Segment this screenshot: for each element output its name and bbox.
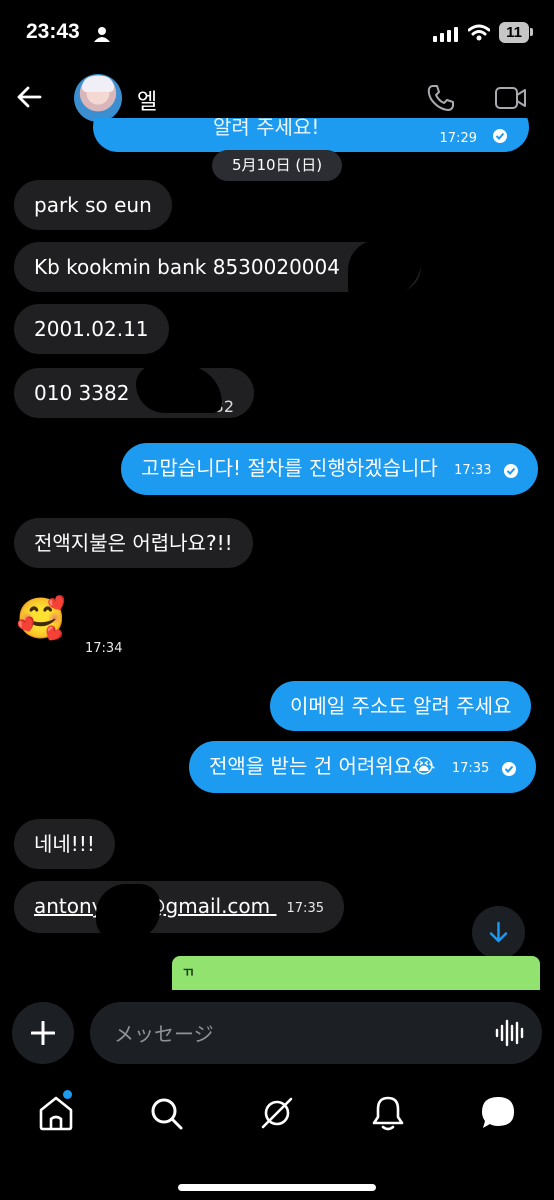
message-outgoing[interactable]: 알려 주세요! 17:29 [93, 118, 529, 152]
messages-icon[interactable] [478, 1093, 518, 1133]
message-text: ㄲ [182, 966, 194, 981]
message-text: Kb kookmin bank 8530020004 [34, 255, 340, 279]
message-outgoing[interactable]: 전액을 받는 건 어려워요😭 17:35 [189, 741, 536, 793]
message-text: 전액을 받는 건 어려워요😭 [209, 754, 436, 778]
search-icon[interactable] [146, 1093, 186, 1133]
message-time: 17:35 [286, 900, 324, 916]
add-attachment-button[interactable] [12, 1002, 74, 1064]
read-check-icon [493, 129, 507, 143]
message-outgoing-partial[interactable] [172, 956, 540, 990]
message-outgoing[interactable]: 고맙습니다! 절차를 진행하겠습니다 17:33 [121, 443, 538, 495]
grok-icon[interactable] [257, 1093, 297, 1133]
bell-icon[interactable] [368, 1093, 408, 1133]
message-time: 17:33 [454, 462, 492, 478]
voice-message-icon[interactable] [494, 1018, 524, 1048]
read-check-icon [501, 761, 516, 776]
message-input[interactable] [112, 1002, 496, 1066]
message-time: 17:35 [451, 760, 490, 776]
read-check-icon [503, 463, 518, 478]
message-time: 17:29 [439, 131, 477, 146]
status-time: 23:43 [26, 20, 80, 43]
plus-icon [31, 1021, 55, 1045]
emoji-message[interactable]: 🥰 [16, 594, 66, 644]
person-icon [94, 27, 110, 42]
notification-dot [63, 1090, 72, 1099]
video-camera-icon[interactable] [494, 84, 528, 112]
scroll-to-bottom-button[interactable] [472, 906, 525, 959]
message-incoming[interactable]: 2001.02.11 [14, 304, 169, 354]
message-text: 이메일 주소도 알려 주세요 [290, 694, 512, 718]
arrow-left-icon[interactable] [14, 82, 44, 112]
contact-name[interactable]: 엘 [137, 84, 157, 116]
message-text: 010 3382 [34, 381, 130, 405]
message-text: 2001.02.11 [34, 317, 149, 341]
battery-tip [530, 28, 533, 36]
wifi-icon [468, 24, 490, 41]
message-composer[interactable] [90, 1002, 542, 1066]
message-text: 알려 주세요! [213, 118, 320, 139]
message-text: 고맙습니다! 절차를 진행하겠습니다 [141, 456, 438, 480]
message-text: park so eun [34, 193, 152, 217]
home-indicator [178, 1184, 376, 1191]
message-text: 네네!!! [34, 832, 95, 856]
home-icon[interactable] [36, 1093, 76, 1133]
redaction-scribble [96, 884, 160, 940]
date-separator: 5月10日 (日) [212, 150, 342, 181]
avatar-hair [82, 76, 114, 92]
message-text: 전액지불은 어렵나요?!! [34, 531, 233, 555]
message-incoming[interactable]: park so eun [14, 180, 172, 230]
battery-indicator: 11 [499, 22, 529, 43]
message-outgoing[interactable]: 이메일 주소도 알려 주세요 [270, 681, 532, 731]
phone-icon[interactable] [426, 83, 456, 113]
message-time: 17:34 [85, 641, 123, 656]
message-incoming[interactable]: antony @gmail.com 17:35 [14, 881, 344, 933]
arrow-down-icon [489, 921, 508, 943]
message-incoming[interactable]: 전액지불은 어렵나요?!! [14, 518, 253, 568]
cellular-signal-icon [433, 27, 458, 42]
emoji: 🥰 [16, 596, 66, 642]
message-incoming[interactable]: 네네!!! [14, 819, 115, 869]
